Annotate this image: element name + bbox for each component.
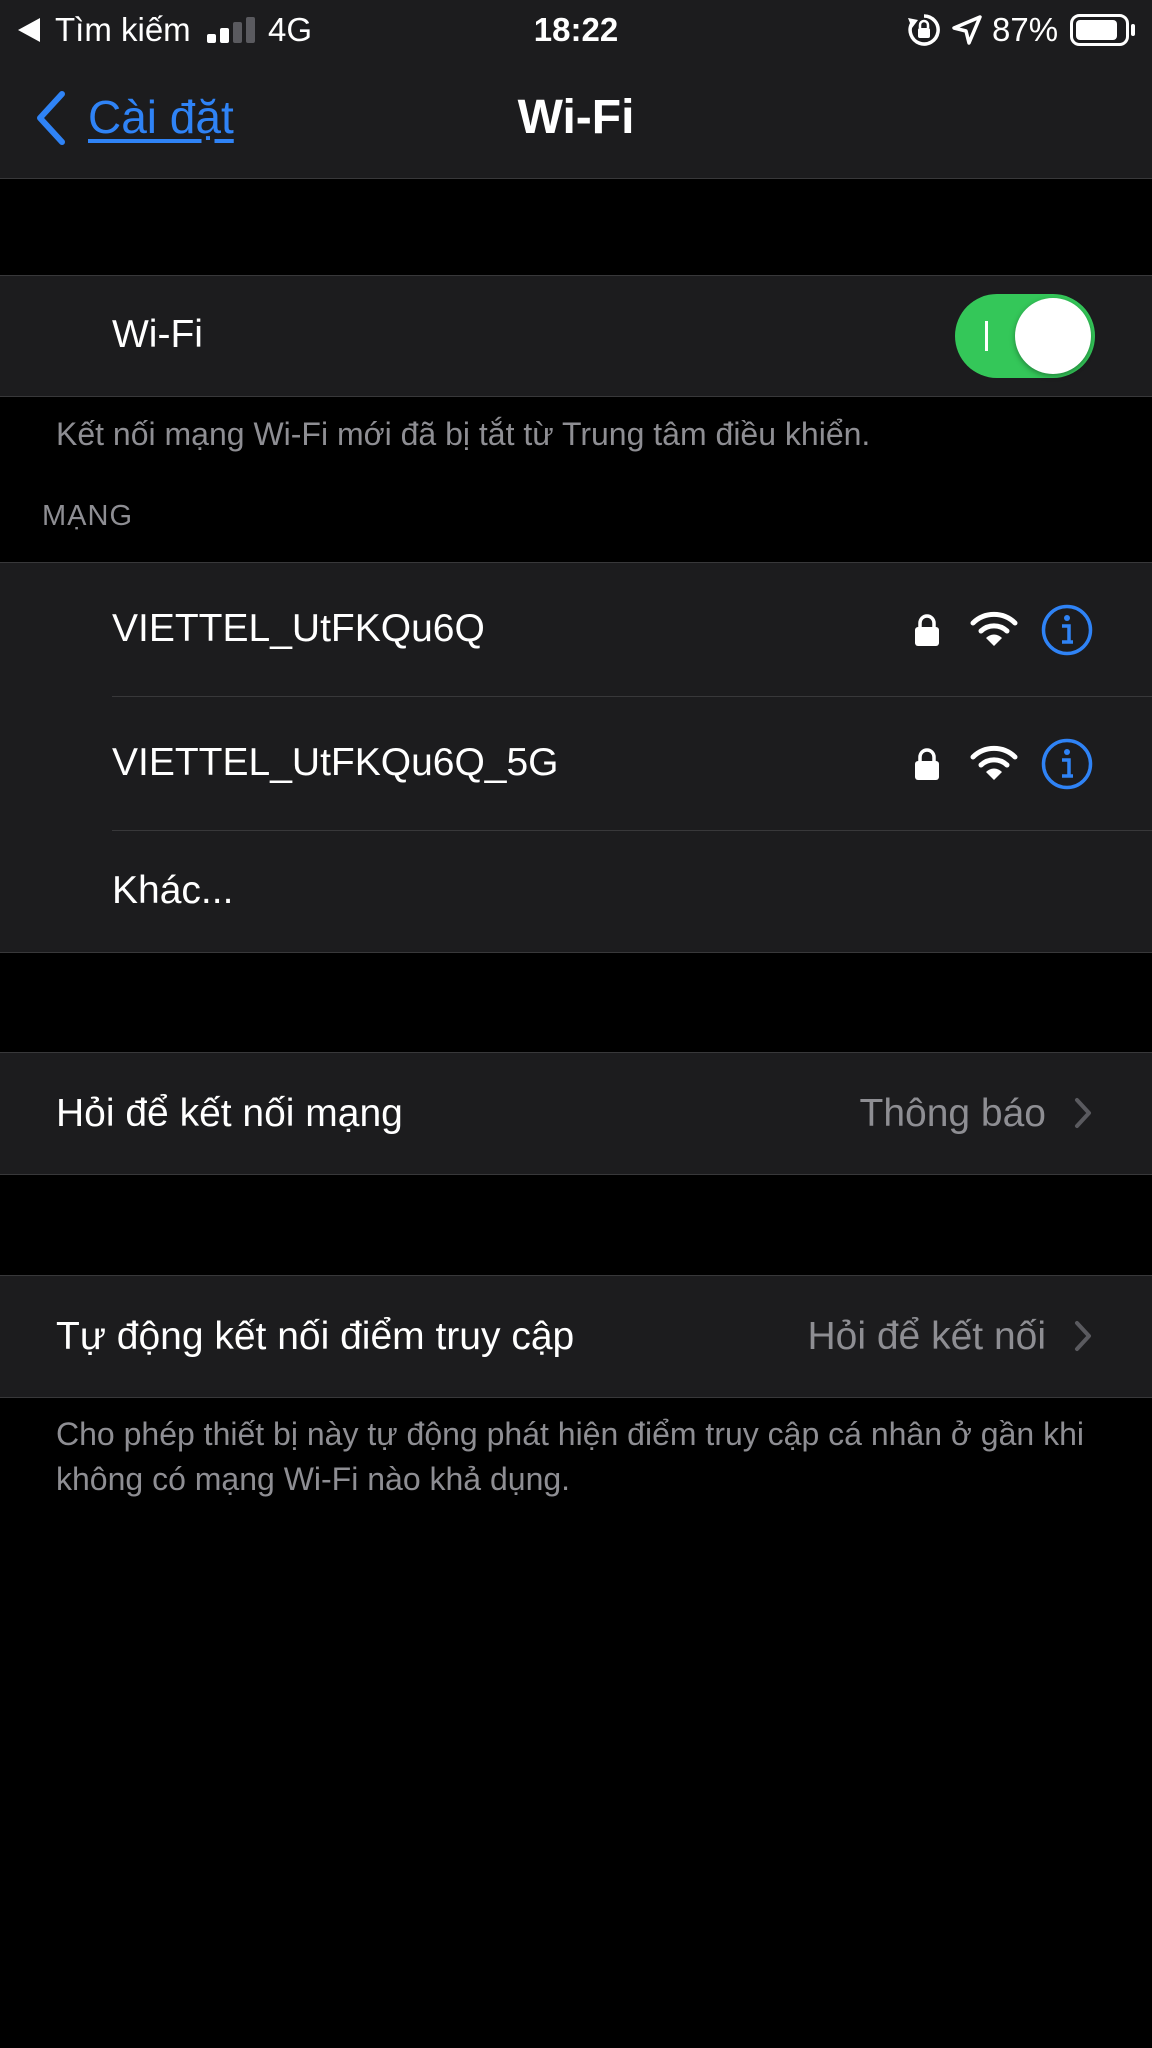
- other-network-row[interactable]: Khác...: [0, 831, 1152, 952]
- wifi-signal-icon: [970, 610, 1018, 653]
- auto-join-hotspot-value: Hỏi để kết nối: [807, 1315, 1046, 1358]
- auto-join-hotspot-row[interactable]: Tự động kết nối điểm truy cập Hỏi để kết…: [0, 1275, 1152, 1398]
- ask-to-join-value: Thông báo: [859, 1092, 1047, 1135]
- ask-to-join-label: Hỏi để kết nối mạng: [56, 1092, 403, 1135]
- info-icon[interactable]: [1041, 604, 1093, 661]
- status-bar: Tìm kiếm 4G 18:22 87%: [0, 0, 1152, 60]
- wifi-toggle-group: Wi-Fi: [0, 275, 1152, 397]
- lock-icon: [914, 613, 940, 652]
- info-icon[interactable]: [1041, 738, 1093, 795]
- page-title: Wi-Fi: [517, 91, 635, 144]
- location-arrow-icon: [952, 15, 982, 50]
- networks-group: VIETTEL_UtFKQu6Q VIETTEL_UtFKQu6Q_5G Khá…: [0, 562, 1152, 953]
- wifi-label: Wi-Fi: [112, 313, 203, 356]
- network-row[interactable]: VIETTEL_UtFKQu6Q_5G: [0, 697, 1152, 830]
- orientation-lock-icon: [907, 13, 941, 52]
- toggle-knob: [1015, 298, 1091, 374]
- auto-join-hotspot-label: Tự động kết nối điểm truy cập: [56, 1315, 575, 1358]
- network-name: VIETTEL_UtFKQu6Q: [112, 607, 485, 650]
- wifi-disabled-note: Kết nối mạng Wi-Fi mới đã bị tắt từ Trun…: [56, 416, 871, 452]
- navigation-bar: Cài đặt Wi-Fi: [0, 60, 1152, 179]
- auto-join-hotspot-footnote: Cho phép thiết bị này tự động phát hiện …: [56, 1416, 1084, 1497]
- network-name: VIETTEL_UtFKQu6Q_5G: [112, 741, 559, 784]
- other-network-label: Khác...: [112, 869, 234, 912]
- chevron-right-icon: [1074, 1097, 1092, 1134]
- chevron-right-icon: [1074, 1320, 1092, 1357]
- lock-icon: [914, 747, 940, 786]
- battery-icon: [1070, 14, 1136, 51]
- wifi-signal-icon: [970, 744, 1018, 787]
- ask-to-join-row[interactable]: Hỏi để kết nối mạng Thông báo: [0, 1052, 1152, 1175]
- network-row[interactable]: VIETTEL_UtFKQu6Q: [0, 563, 1152, 696]
- toggle-on-mark: [985, 321, 988, 351]
- networks-section-header: MẠNG: [42, 500, 133, 532]
- battery-percent: 87%: [992, 11, 1059, 48]
- wifi-toggle[interactable]: [955, 294, 1095, 378]
